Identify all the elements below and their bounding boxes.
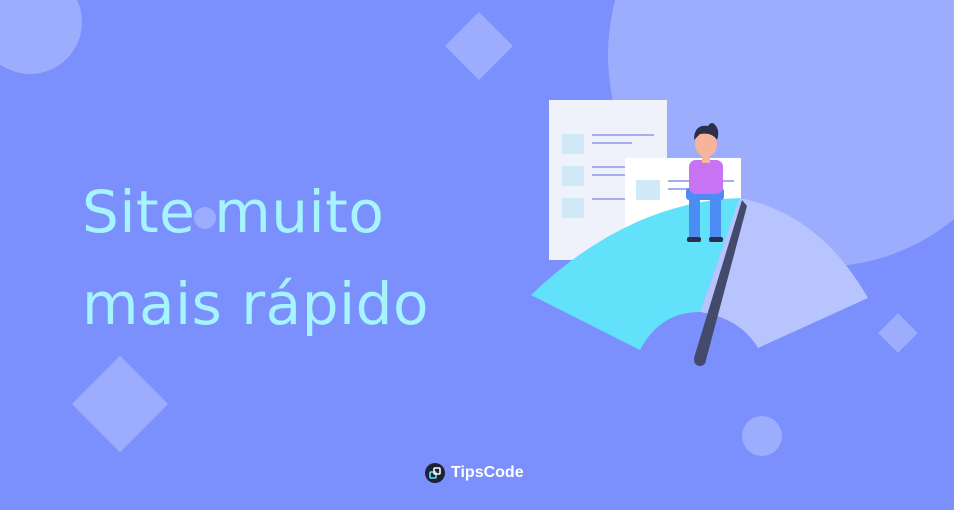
hero-headline: Site muito mais rápido (82, 166, 429, 350)
diamond-shape-top (445, 12, 513, 80)
diamond-shape-small-right (878, 313, 918, 353)
circle-shape-top-left (0, 0, 82, 74)
diamond-shape-bottom-left (71, 355, 169, 453)
tipscode-logo-icon (425, 463, 445, 483)
brand-name: TipsCode (451, 464, 524, 481)
headline-line-2: mais rápido (82, 270, 429, 338)
headline-line-1: Site muito (82, 178, 385, 246)
circle-shape-bottom-right (742, 416, 782, 456)
brand-logo[interactable]: TipsCode (425, 463, 524, 483)
